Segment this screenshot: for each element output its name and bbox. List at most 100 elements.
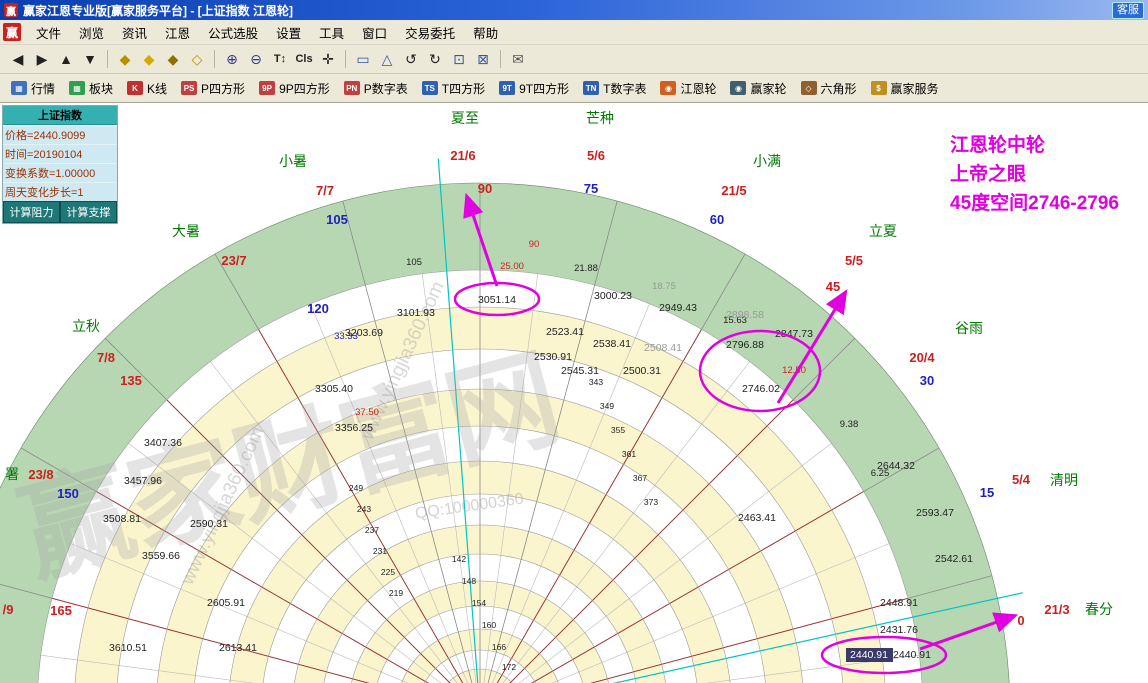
- diamond-tool-1-icon[interactable]: ◆: [114, 48, 136, 70]
- annotation-line-2: 上帝之眼: [950, 160, 1119, 189]
- diamond-tool-2-icon[interactable]: ◆: [138, 48, 160, 70]
- triangle-tool-icon[interactable]: △: [376, 48, 398, 70]
- menu-工具[interactable]: 工具: [310, 23, 353, 42]
- diamond-tool-4-icon[interactable]: ◇: [186, 48, 208, 70]
- toolbar-separator: [345, 50, 346, 68]
- support-button[interactable]: 客服: [1112, 2, 1144, 19]
- back-icon[interactable]: ◀: [7, 48, 29, 70]
- diamond-tool-3-icon[interactable]: ◆: [162, 48, 184, 70]
- t-scale-icon[interactable]: T↕: [269, 48, 291, 70]
- cls-button[interactable]: Cls: [293, 48, 315, 70]
- pan-icon[interactable]: ✛: [317, 48, 339, 70]
- clear-area-icon[interactable]: ⊠: [472, 48, 494, 70]
- degree-label: 105: [326, 212, 348, 227]
- wheel-price-value: 2605.91: [207, 597, 245, 609]
- zoom-out-icon[interactable]: ⊖: [245, 48, 267, 70]
- toolbar-label: 江恩轮: [680, 80, 716, 97]
- quotes-button[interactable]: ▦行情: [4, 76, 62, 100]
- degree-label: 45: [826, 279, 840, 294]
- menu-江恩[interactable]: 江恩: [156, 23, 199, 42]
- nine-p-square-button[interactable]: 9P 9P四方形: [252, 76, 337, 100]
- service-button[interactable]: $赢家服务: [864, 76, 946, 100]
- winner-wheel-button[interactable]: ◉赢家轮: [723, 76, 793, 100]
- menu-资讯[interactable]: 资讯: [113, 23, 156, 42]
- wheel-price-value: 2448.91: [880, 597, 918, 609]
- brand-logo-icon: 赢: [3, 23, 21, 41]
- wheel-cell-value: 373: [644, 497, 658, 507]
- calc-support-button[interactable]: 计算支撑: [60, 201, 117, 223]
- zoom-in-icon[interactable]: ⊕: [221, 48, 243, 70]
- forward-icon[interactable]: ▶: [31, 48, 53, 70]
- kline-button[interactable]: K K线: [120, 76, 174, 100]
- wheel-cell-value: 148: [462, 576, 476, 586]
- solar-term-label: 大暑: [172, 223, 200, 239]
- wheel-price-value: 3203.69: [345, 327, 383, 339]
- rect-tool-icon[interactable]: ▭: [352, 48, 374, 70]
- wheel-percent-value: 25.00: [500, 261, 524, 272]
- t-number-icon: TN: [583, 81, 599, 95]
- t-number-button[interactable]: TNT数字表: [576, 76, 653, 100]
- rotate-left-icon[interactable]: ↺: [400, 48, 422, 70]
- select-area-icon[interactable]: ⊡: [448, 48, 470, 70]
- toolbar-label: 9P四方形: [279, 80, 330, 97]
- menu-设置[interactable]: 设置: [267, 23, 310, 42]
- menu-交易委托[interactable]: 交易委托: [396, 23, 464, 42]
- sectors-button[interactable]: ▦板块: [62, 76, 120, 100]
- menu-窗口[interactable]: 窗口: [353, 23, 396, 42]
- date-label: 21/6: [450, 148, 475, 163]
- date-label: 21/3: [1044, 602, 1069, 617]
- toolbar-separator: [107, 50, 108, 68]
- wheel-percent-value: 18.75: [652, 281, 676, 292]
- down-icon[interactable]: ▼: [79, 48, 101, 70]
- date-label: 5/4: [1012, 472, 1031, 487]
- current-price-value: 2440.91: [850, 649, 888, 661]
- time-row: 时间=20190104: [3, 144, 117, 163]
- p-number-button[interactable]: PNP数字表: [337, 76, 415, 100]
- wheel-price-value: 3101.93: [397, 307, 435, 319]
- menu-公式选股[interactable]: 公式选股: [199, 23, 267, 42]
- wheel-price-value: 3508.81: [103, 513, 141, 525]
- date-label: 5/6: [587, 148, 605, 163]
- wheel-price-value: 2796.88: [726, 339, 764, 351]
- up-icon[interactable]: ▲: [55, 48, 77, 70]
- wheel-price-value: 2463.41: [738, 512, 776, 524]
- window-title: 赢家江恩专业版[赢家服务平台] - [上证指数 江恩轮]: [23, 2, 1107, 19]
- nine-t-square-button[interactable]: 9T9T四方形: [492, 76, 576, 100]
- date-label: 7/8: [97, 350, 115, 365]
- sectors-icon: ▦: [69, 81, 85, 95]
- toolbar-label: P四方形: [201, 80, 245, 97]
- menu-浏览[interactable]: 浏览: [70, 23, 113, 42]
- p-square-icon: PS: [181, 81, 197, 95]
- wheel-price-value: 2898.58: [726, 309, 764, 321]
- calc-resistance-button[interactable]: 计算阻力: [3, 201, 60, 223]
- solar-term-label: 立夏: [869, 223, 897, 239]
- nine-p-square-icon: 9P: [259, 81, 275, 95]
- p-square-button[interactable]: PS P四方形: [174, 76, 252, 100]
- wheel-price-value: 2530.91: [534, 351, 572, 363]
- solar-term-label: 清明: [1050, 472, 1078, 488]
- service-icon: $: [871, 81, 887, 95]
- menu-文件[interactable]: 文件: [27, 23, 70, 42]
- wheel-price-value: 3610.51: [109, 642, 147, 654]
- p-number-icon: PN: [344, 81, 360, 95]
- gann-wheel-button[interactable]: ◉江恩轮: [653, 76, 723, 100]
- toolbar-label: K线: [147, 80, 167, 97]
- kline-icon: K: [127, 81, 143, 95]
- wheel-cell-value: 367: [633, 473, 647, 483]
- hexagon-button[interactable]: ◇六角形: [794, 76, 864, 100]
- coefficient-row: 变换系数=1.00000: [3, 163, 117, 182]
- toolbar-label: 行情: [31, 80, 55, 97]
- t-square-button[interactable]: TST四方形: [415, 76, 492, 100]
- message-icon[interactable]: ✉: [507, 48, 529, 70]
- wheel-price-value: 3407.36: [144, 437, 182, 449]
- wheel-cell-value: 166: [492, 642, 506, 652]
- solar-term-label: 春分: [1085, 601, 1113, 617]
- solar-term-label: 立秋: [72, 318, 100, 334]
- wheel-price-value: 2590.31: [190, 518, 228, 530]
- degree-label: 0: [1017, 613, 1024, 628]
- wheel-cell-value: 219: [389, 588, 403, 598]
- wheel-price-value: 2949.43: [659, 302, 697, 314]
- wheel-cell-value: 160: [482, 620, 496, 630]
- rotate-right-icon[interactable]: ↻: [424, 48, 446, 70]
- menu-帮助[interactable]: 帮助: [464, 23, 507, 42]
